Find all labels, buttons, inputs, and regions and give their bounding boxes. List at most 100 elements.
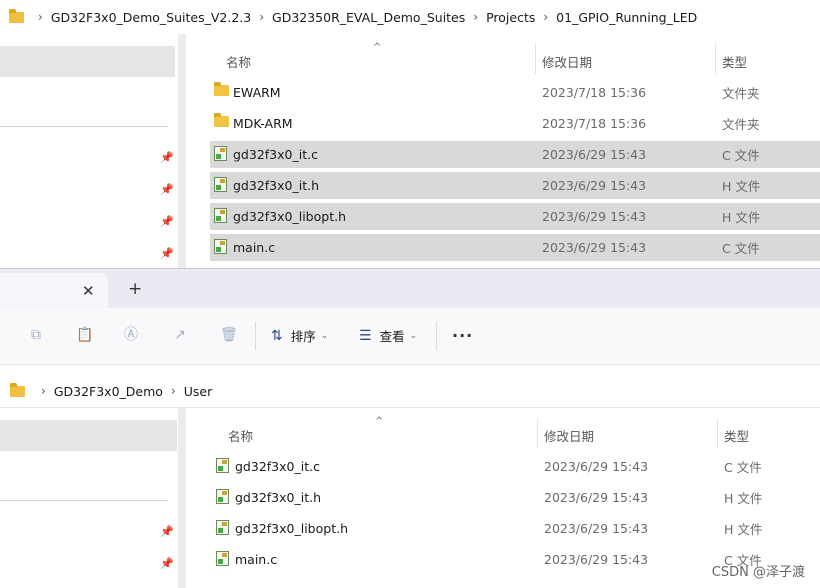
breadcrumb: › GD32F3x0_Demo › User [0,375,820,408]
file-row[interactable]: main.c 2023/6/29 15:43 C 文件 [210,234,820,261]
chevron-right-icon: › [543,10,549,24]
nav-selected-item[interactable] [0,420,177,451]
chevron-down-icon: ⌄ [320,330,329,341]
pin-icon[interactable]: 📌 [160,526,174,538]
h-file-icon [216,520,229,535]
sort-icon: ⇅ [271,327,283,344]
h-file-icon [214,208,227,223]
file-row[interactable]: gd32f3x0_libopt.h 2023/6/29 15:43 H 文件 [210,203,820,230]
copy-icon[interactable]: ⧉ [28,327,44,343]
file-name: MDK-ARM [233,116,293,131]
nav-selected-item[interactable] [0,46,175,77]
column-divider[interactable] [537,418,538,448]
c-file-icon [214,239,227,254]
pin-icon[interactable]: 📌 [160,248,174,260]
file-modified: 2023/6/29 15:43 [544,459,649,474]
tab-active[interactable]: ✕ [0,273,108,309]
sort-ascending-icon: ^ [373,42,382,53]
column-header-modified[interactable]: 修改日期 [542,52,592,71]
file-name: gd32f3x0_it.c [235,459,320,474]
chevron-right-icon: › [38,10,43,24]
file-name: gd32f3x0_libopt.h [235,521,348,536]
navigation-pane: 📌 📌 📌 📌 [0,34,178,268]
file-name: gd32f3x0_libopt.h [233,209,346,224]
file-row[interactable]: gd32f3x0_it.h 2023/6/29 15:43 H 文件 [212,484,820,511]
command-bar: ⧉ 📋 Ⓐ ↗ 🗑 ⇅ 排序 ⌄ ☰ 查看 ⌄ ··· [0,308,820,365]
file-row[interactable]: gd32f3x0_it.c 2023/6/29 15:43 C 文件 [210,141,820,168]
column-divider[interactable] [535,44,536,74]
delete-icon[interactable]: 🗑 [220,327,238,343]
column-header-name[interactable]: 名称 [228,426,253,445]
file-type: C 文件 [722,148,760,163]
toolbar-divider [255,322,256,350]
more-options-icon[interactable]: ··· [452,326,473,345]
file-row[interactable]: MDK-ARM 2023/7/18 15:36 文件夹 [210,110,820,137]
pin-icon[interactable]: 📌 [160,152,174,164]
sort-button-label: 排序 [290,329,316,344]
watermark: CSDN @泽子渡 [711,565,805,580]
breadcrumb: › GD32F3x0_Demo_Suites_V2.2.3 › GD32350R… [0,0,820,34]
h-file-icon [214,177,227,192]
file-type: H 文件 [722,210,761,225]
folder-icon [214,82,229,96]
folder-icon [9,8,24,23]
file-modified: 2023/6/29 15:43 [542,147,647,162]
file-modified: 2023/6/29 15:43 [542,209,647,224]
file-name: EWARM [233,85,281,100]
new-tab-icon[interactable]: + [128,281,142,298]
close-icon[interactable]: ✕ [82,282,95,300]
breadcrumb-item-gd32f3x0-demo[interactable]: GD32F3x0_Demo [54,384,163,399]
breadcrumb-item-user[interactable]: User [184,384,213,399]
file-row[interactable]: EWARM 2023/7/18 15:36 文件夹 [210,79,820,106]
column-divider[interactable] [717,418,718,448]
rename-icon[interactable]: Ⓐ [123,327,139,343]
column-header-type[interactable]: 类型 [724,426,749,445]
c-file-icon [216,458,229,473]
pin-icon[interactable]: 📌 [160,558,174,570]
nav-divider [0,500,168,501]
breadcrumb-item-gpio-running-led[interactable]: 01_GPIO_Running_LED [556,10,697,25]
chevron-right-icon: › [41,384,46,398]
h-file-icon [216,489,229,504]
view-button[interactable]: ☰ 查看 ⌄ [359,326,417,345]
file-modified: 2023/6/29 15:43 [544,521,649,536]
pin-icon[interactable]: 📌 [160,184,174,196]
c-file-icon [214,146,227,161]
column-header-name[interactable]: 名称 [226,52,251,71]
file-type: C 文件 [724,460,762,475]
breadcrumb-item-demo-suites[interactable]: GD32F3x0_Demo_Suites_V2.2.3 [51,10,251,25]
file-type: 文件夹 [722,117,760,132]
file-name: gd32f3x0_it.h [235,490,321,505]
file-modified: 2023/7/18 15:36 [542,116,647,131]
view-lines-icon: ☰ [359,327,372,344]
file-row[interactable]: gd32f3x0_it.c 2023/6/29 15:43 C 文件 [212,453,820,480]
tab-strip: ✕ + [0,268,820,309]
paste-icon[interactable]: 📋 [76,327,93,343]
share-icon[interactable]: ↗ [172,327,188,343]
sort-ascending-icon: ^ [375,416,384,427]
breadcrumb-item-eval-demo-suites[interactable]: GD32350R_EVAL_Demo_Suites [272,10,465,25]
toolbar-divider [436,322,437,350]
file-row[interactable]: gd32f3x0_libopt.h 2023/6/29 15:43 H 文件 [212,515,820,542]
nav-scrollbar[interactable] [178,408,186,588]
file-name: gd32f3x0_it.c [233,147,318,162]
nav-scrollbar[interactable] [178,34,186,268]
folder-icon [214,113,229,127]
chevron-right-icon: › [170,384,176,398]
nav-divider [0,126,168,127]
chevron-down-icon: ⌄ [409,330,418,341]
file-modified: 2023/6/29 15:43 [542,178,647,193]
file-type: H 文件 [722,179,761,194]
navigation-pane: 📌 📌 [0,408,178,588]
chevron-right-icon: › [473,10,479,24]
file-modified: 2023/6/29 15:43 [544,552,649,567]
sort-button[interactable]: ⇅ 排序 ⌄ [271,326,328,345]
file-type: H 文件 [724,522,763,537]
pin-icon[interactable]: 📌 [160,216,174,228]
chevron-right-icon: › [259,10,265,24]
column-divider[interactable] [715,44,716,74]
file-row[interactable]: gd32f3x0_it.h 2023/6/29 15:43 H 文件 [210,172,820,199]
breadcrumb-item-projects[interactable]: Projects [486,10,535,25]
column-header-type[interactable]: 类型 [722,52,747,71]
column-header-modified[interactable]: 修改日期 [544,426,594,445]
